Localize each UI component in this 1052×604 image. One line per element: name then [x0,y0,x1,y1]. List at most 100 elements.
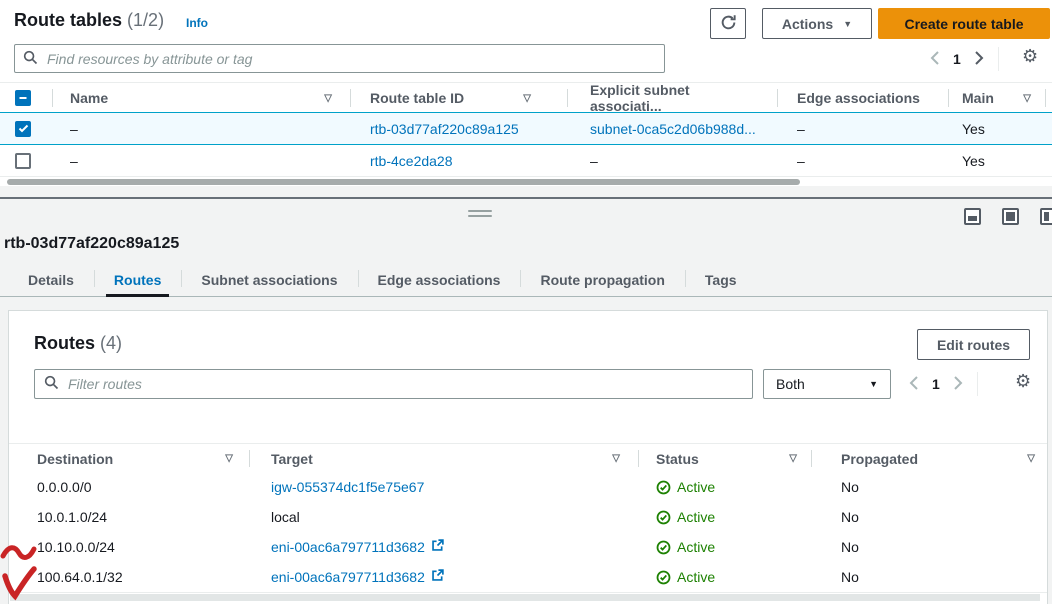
column-header-name[interactable]: Name ▽ [52,83,350,113]
routes-count: (4) [100,333,122,353]
subnet-link[interactable]: subnet-0ca5c2d06b988d... [590,121,756,137]
detail-title: rtb-03d77af220c89a125 [4,235,179,253]
external-link-icon[interactable] [431,569,444,585]
status-badge: Active [656,569,715,585]
cell-propagated: No [811,502,1047,532]
refresh-button[interactable] [710,8,746,39]
status-badge: Active [656,509,715,525]
routes-filter-input[interactable] [66,375,743,393]
route-table-id-link[interactable]: rtb-4ce2da28 [370,153,453,169]
cell-destination: 10.0.1.0/24 [9,502,249,532]
layout-toggle-group [964,208,1052,225]
status-badge: Active [656,539,715,555]
preferences-gear-icon[interactable]: ⚙ [1015,372,1031,390]
status-badge: Active [656,479,715,495]
refresh-icon [720,14,737,34]
cell-edge: – [777,113,948,144]
target-link[interactable]: eni-00ac6a797711d3682 [271,569,425,585]
page-title-text: Route tables [14,10,122,30]
search-icon [44,375,59,393]
route-row: 100.64.0.1/32eni-00ac6a797711d3682Active… [9,562,1047,593]
create-route-table-button[interactable]: Create route table [878,8,1050,39]
detail-panel: rtb-03d77af220c89a125 DetailsRoutesSubne… [0,186,1052,604]
route-tables-header-row: Name ▽ Route table ID ▽ Explicit subnet … [0,82,1052,114]
tab-tags[interactable]: Tags [685,263,757,296]
layout-side-panel-icon[interactable] [1040,208,1052,225]
sort-icon[interactable]: ▽ [523,93,531,104]
cell-propagated: No [811,532,1047,562]
route-row: 10.10.0.0/24 eni-00ac6a797711d3682 Active N… [9,532,1047,563]
actions-label: Actions [782,16,833,32]
column-header-status[interactable]: Status ▽ [638,444,811,473]
page-title: Route tables (1/2) [14,10,164,31]
row-checkbox[interactable] [15,121,31,137]
route-tables-panel: Route tables (1/2) Info Actions ▼ Create… [0,0,1052,186]
actions-button[interactable]: Actions ▼ [762,8,872,39]
selection-count: (1/2) [127,10,164,30]
next-page-button[interactable] [975,51,984,68]
preferences-gear-icon[interactable]: ⚙ [1022,47,1038,65]
routes-card: Routes (4) Edit routes Both ▼ 1 [8,310,1048,604]
cell-name: – [52,113,350,144]
divider [977,372,978,396]
cell-main: Yes [948,113,1045,144]
sort-icon[interactable]: ▽ [1027,453,1035,464]
split-drag-handle[interactable] [468,210,492,220]
column-header-overflow [1045,83,1052,113]
prev-page-button[interactable] [930,51,939,68]
route-tables-console: Route tables (1/2) Info Actions ▼ Create… [0,0,1052,604]
target-link[interactable]: igw-055374dc1f5e75e67 [271,479,424,495]
column-header-main[interactable]: Main ▽ [948,83,1045,113]
prev-page-button[interactable] [909,376,918,393]
horizontal-scrollbar[interactable] [7,179,800,185]
route-row: 10.0.1.0/24localActiveNo [9,502,1047,533]
tab-routes[interactable]: Routes [94,263,181,296]
column-header-propagated[interactable]: Propagated ▽ [811,444,1047,473]
column-header-destination[interactable]: Destination ▽ [9,444,249,473]
cell-destination: 0.0.0.0/0 [9,472,249,502]
sort-icon[interactable]: ▽ [1023,93,1031,104]
status-ok-icon [656,480,671,495]
routes-card-title: Routes (4) [34,333,122,354]
table-pagination: 1 [930,47,999,71]
row-checkbox[interactable] [15,153,31,169]
resource-search [14,44,665,73]
edit-routes-button[interactable]: Edit routes [917,329,1030,360]
chevron-down-icon: ▼ [869,379,878,389]
route-table-id-link[interactable]: rtb-03d77af220c89a125 [370,121,519,137]
sort-icon[interactable]: ▽ [789,453,797,464]
column-header-route-table-id[interactable]: Route table ID ▽ [350,83,567,113]
tab-route-propagation[interactable]: Route propagation [520,263,684,296]
divider [998,47,999,71]
select-all-checkbox[interactable] [15,90,31,106]
horizontal-scrollbar[interactable] [10,594,1040,601]
cell-propagated: No [811,472,1047,502]
tab-subnet-associations[interactable]: Subnet associations [181,263,357,296]
external-link-icon[interactable] [431,539,444,555]
next-page-button[interactable] [954,376,963,393]
sort-icon[interactable]: ▽ [612,453,620,464]
table-row[interactable]: – rtb-03d77af220c89a125 subnet-0ca5c2d06… [0,112,1052,145]
routes-header-row: Destination ▽ Target ▽ Status ▽ Propagat… [9,443,1047,474]
detail-tabs: DetailsRoutesSubnet associationsEdge ass… [0,263,1052,297]
column-header-edge-associations[interactable]: Edge associations [777,83,948,113]
cell-destination: 10.10.0.0/24 [9,532,249,562]
route-type-dropdown[interactable]: Both ▼ [763,369,891,399]
table-row[interactable]: – rtb-4ce2da28 – – Yes [0,145,1052,177]
route-row: 0.0.0.0/0 igw-055374dc1f5e75e67 Active No [9,472,1047,503]
tab-details[interactable]: Details [8,263,94,296]
target-link[interactable]: eni-00ac6a797711d3682 [271,539,425,555]
sort-icon[interactable]: ▽ [324,93,332,104]
cell-propagated: No [811,562,1047,592]
routes-filter [34,369,753,399]
layout-bottom-panel-icon[interactable] [964,208,981,225]
layout-full-panel-icon[interactable] [1002,208,1019,225]
tab-edge-associations[interactable]: Edge associations [358,263,521,296]
info-link[interactable]: Info [186,16,208,30]
column-header-target[interactable]: Target ▽ [249,444,638,473]
search-input[interactable] [45,50,656,68]
route-type-value: Both [776,376,805,392]
sort-icon[interactable]: ▽ [225,453,233,464]
cell-name: – [52,145,350,176]
column-header-explicit-subnet[interactable]: Explicit subnet associati... [567,83,777,113]
